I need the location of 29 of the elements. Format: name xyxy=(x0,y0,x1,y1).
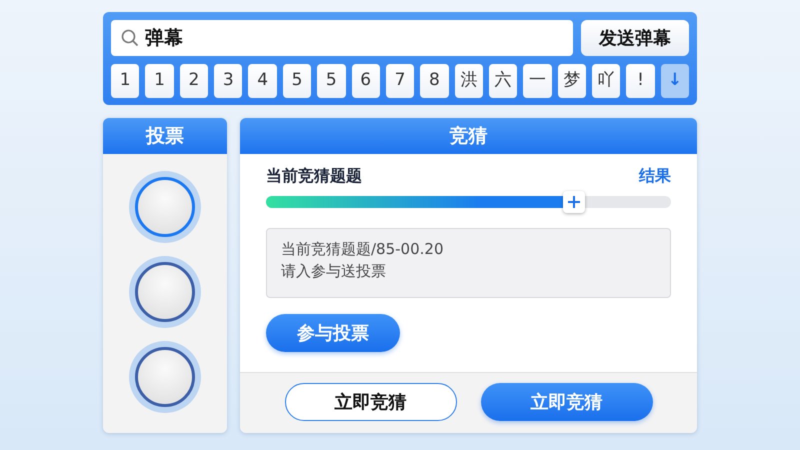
info-text: 当前竞猜题题/85-00.20 xyxy=(281,239,444,260)
key-button[interactable]: 5 xyxy=(282,64,312,98)
key-button[interactable]: 7 xyxy=(386,64,414,98)
panel-title: 竞猜 xyxy=(240,118,697,154)
guess-button[interactable]: 立即竞猜 xyxy=(480,383,652,421)
key-button[interactable]: 3 xyxy=(214,64,242,98)
key-button[interactable]: 6 xyxy=(352,64,380,98)
slider[interactable] xyxy=(266,191,671,213)
key-button[interactable]: 5 xyxy=(317,64,346,98)
key-button[interactable]: 洪 xyxy=(454,64,483,98)
result-link[interactable]: 结果 xyxy=(639,164,671,188)
key-button[interactable]: 2 xyxy=(180,64,208,98)
key-button[interactable]: 一 xyxy=(523,64,552,98)
key-button[interactable]: 梦 xyxy=(558,64,586,98)
key-button[interactable]: 吖 xyxy=(592,64,620,98)
key-button[interactable]: 1 xyxy=(145,64,174,98)
info-text: 请入参与送投票 xyxy=(281,260,387,282)
send-button[interactable]: 发送弹幕 xyxy=(581,20,689,56)
key-button[interactable]: 六 xyxy=(488,64,518,98)
key-button[interactable]: ! xyxy=(626,64,655,98)
join-vote-button[interactable]: 参与投票 xyxy=(266,314,400,352)
key-button[interactable]: 4 xyxy=(248,64,277,98)
slider-thumb[interactable] xyxy=(562,191,585,213)
guess-button[interactable]: 立即竞猜 xyxy=(284,383,456,421)
key-button[interactable]: 8 xyxy=(420,64,449,98)
key-button[interactable]: 1 xyxy=(111,64,140,98)
panel-title: 投票 xyxy=(103,118,227,154)
question-label: 当前竞猜题题 xyxy=(266,165,362,187)
search-field[interactable]: 弹幕 xyxy=(111,20,573,56)
